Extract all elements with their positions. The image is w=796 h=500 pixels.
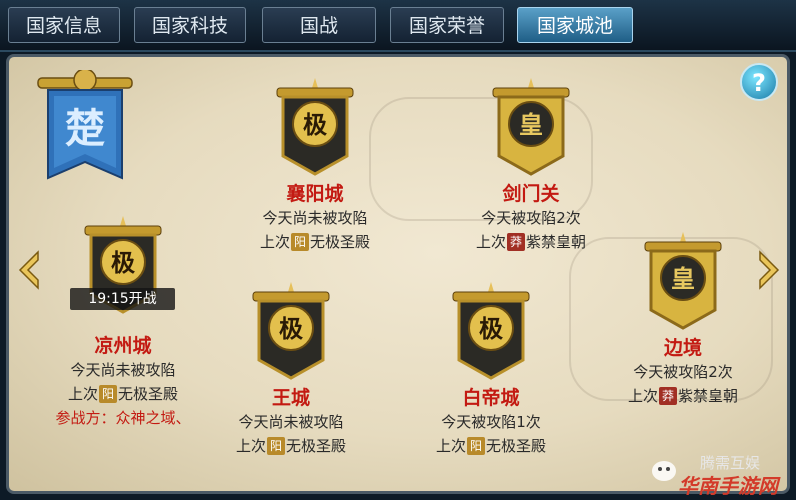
- tab-country-honor[interactable]: 国家荣誉: [390, 7, 504, 43]
- city-name: 凉州城: [94, 335, 152, 357]
- city-flag-icon[interactable]: 皇: [643, 232, 723, 332]
- city-xiangyang[interactable]: 极 襄阳城 今天尚未被攻陷 上次阳无极圣殿: [220, 78, 410, 254]
- tab-country-info[interactable]: 国家信息: [8, 7, 120, 43]
- owner-badge: 阳: [467, 437, 485, 455]
- faction-banner: 楚: [37, 70, 133, 180]
- city-last-owner: 上次阳无极圣殿: [259, 233, 371, 251]
- city-flag-icon[interactable]: 极: [275, 78, 355, 178]
- owner-badge: 阳: [99, 385, 117, 403]
- city-status: 今天被攻陷1次: [441, 413, 541, 431]
- faction-glyph: 楚: [65, 105, 105, 152]
- svg-text:极: 极: [111, 248, 135, 277]
- svg-text:极: 极: [279, 314, 303, 343]
- svg-text:皇: 皇: [671, 264, 695, 293]
- city-name: 边境: [663, 337, 702, 359]
- city-status: 今天被攻陷2次: [633, 363, 733, 381]
- svg-text:极: 极: [303, 110, 327, 139]
- city-border[interactable]: 皇 边境 今天被攻陷2次 上次莽紫禁皇朝: [588, 232, 778, 408]
- tab-national-war[interactable]: 国战: [262, 7, 376, 43]
- city-status: 今天被攻陷2次: [481, 209, 581, 227]
- tab-country-tech[interactable]: 国家科技: [134, 7, 246, 43]
- city-liangzhou[interactable]: 极 凉州城 今天尚未被攻陷 上次阳无极圣殿 参战方：众神之域、: [28, 216, 218, 430]
- city-flag-icon[interactable]: 极: [251, 282, 331, 382]
- city-name: 襄阳城: [286, 183, 344, 205]
- city-last-owner: 上次阳无极圣殿: [235, 437, 347, 455]
- city-last-owner: 上次莽紫禁皇朝: [627, 387, 739, 405]
- wechat-logo-icon: [652, 461, 676, 481]
- battle-participants: 参战方：众神之域、: [55, 409, 191, 427]
- top-tab-bar: 国家信息 国家科技 国战 国家荣誉 国家城池: [0, 0, 796, 52]
- watermark: 腾需互娱 华南手游网: [650, 452, 790, 498]
- city-status: 今天尚未被攻陷: [262, 209, 368, 227]
- battle-timer: 19:15开战: [70, 288, 175, 310]
- city-jianmen[interactable]: 皇 剑门关 今天被攻陷2次 上次莽紫禁皇朝: [436, 78, 626, 254]
- city-name: 白帝城: [462, 387, 520, 409]
- owner-badge: 阳: [267, 437, 285, 455]
- owner-badge: 莽: [507, 233, 525, 251]
- city-baidi[interactable]: 极 白帝城 今天被攻陷1次 上次阳无极圣殿: [396, 282, 586, 458]
- svg-text:皇: 皇: [519, 110, 543, 139]
- city-last-owner: 上次阳无极圣殿: [67, 385, 179, 403]
- city-flag-icon[interactable]: 皇: [491, 78, 571, 178]
- svg-text:极: 极: [479, 314, 503, 343]
- city-last-owner: 上次阳无极圣殿: [435, 437, 547, 455]
- city-status: 今天尚未被攻陷: [238, 413, 344, 431]
- city-name: 王城: [271, 387, 310, 409]
- city-flag-icon[interactable]: 极: [451, 282, 531, 382]
- city-status: 今天尚未被攻陷: [70, 361, 176, 379]
- tab-country-cities[interactable]: 国家城池: [517, 7, 633, 43]
- watermark-line2: 华南手游网: [678, 474, 778, 498]
- help-button[interactable]: ?: [740, 63, 778, 101]
- owner-badge: 阳: [291, 233, 309, 251]
- owner-badge: 莽: [659, 387, 677, 405]
- city-name: 剑门关: [502, 183, 560, 205]
- city-wangcheng[interactable]: 极 王城 今天尚未被攻陷 上次阳无极圣殿: [196, 282, 386, 458]
